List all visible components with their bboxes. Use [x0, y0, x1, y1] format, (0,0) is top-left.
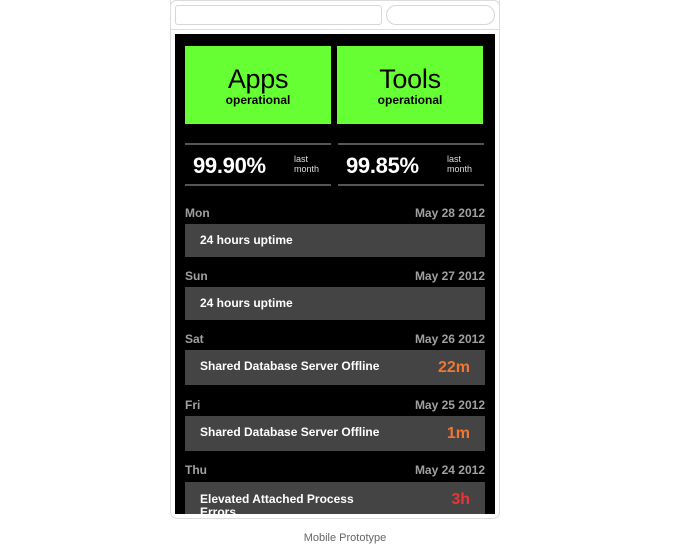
status-screen: Apps operational Tools operational 99.90…	[175, 34, 495, 514]
day-header: Mon May 28 2012	[185, 206, 485, 220]
day-date: May 24 2012	[414, 463, 485, 477]
tile-state: operational	[377, 93, 443, 107]
day-of-week: Fri	[185, 398, 201, 412]
period-line-2: month	[294, 164, 320, 174]
day-date: May 26 2012	[414, 332, 485, 346]
day-of-week: Sat	[185, 332, 204, 346]
apps-uptime-stat: 99.90% last month	[185, 143, 331, 186]
apps-status-tile[interactable]: Apps operational	[185, 46, 331, 124]
period-line-1: last	[447, 154, 462, 164]
day-of-week: Sun	[185, 269, 208, 283]
event-duration: 1m	[446, 425, 470, 442]
event-title: Shared Database Server Offline	[200, 359, 380, 373]
day-date: May 28 2012	[414, 206, 485, 220]
day-date: May 27 2012	[414, 269, 485, 283]
event-title: Shared Database Server Offline	[200, 425, 380, 439]
event-duration: 22m	[437, 359, 470, 376]
event-title: 24 hours uptime	[200, 296, 293, 310]
uptime-percent: 99.85%	[346, 153, 419, 178]
event-title: 24 hours uptime	[200, 233, 293, 247]
uptime-period: last month	[294, 154, 319, 174]
tile-name: Apps	[227, 64, 289, 94]
event-title: Elevated Attached Process Errors	[200, 492, 354, 515]
event-row[interactable]: 24 hours uptime	[185, 224, 485, 257]
tile-state: operational	[225, 93, 291, 107]
uptime-percent: 99.90%	[193, 153, 266, 178]
day-header: Thu May 24 2012	[185, 463, 485, 477]
event-row[interactable]: Elevated Attached Process Errors 3h	[185, 482, 485, 514]
event-row[interactable]: 24 hours uptime	[185, 287, 485, 320]
tools-status-tile[interactable]: Tools operational	[337, 46, 483, 124]
search-input[interactable]	[386, 5, 495, 25]
day-of-week: Thu	[185, 463, 207, 477]
day-header: Sun May 27 2012	[185, 269, 485, 283]
tools-uptime-stat: 99.85% last month	[338, 143, 484, 186]
caption: Mobile Prototype	[303, 532, 387, 544]
period-line-2: month	[447, 164, 473, 174]
day-date: May 25 2012	[414, 398, 485, 412]
period-line-1: last	[294, 154, 309, 164]
day-header: Fri May 25 2012	[185, 398, 485, 412]
uptime-period: last month	[447, 154, 472, 174]
event-duration: 3h	[451, 491, 470, 508]
event-row[interactable]: Shared Database Server Offline 1m	[185, 416, 485, 451]
day-of-week: Mon	[185, 206, 210, 220]
day-header: Sat May 26 2012	[185, 332, 485, 346]
event-row[interactable]: Shared Database Server Offline 22m	[185, 350, 485, 385]
tile-name: Tools	[379, 64, 441, 94]
url-input[interactable]	[175, 5, 382, 25]
